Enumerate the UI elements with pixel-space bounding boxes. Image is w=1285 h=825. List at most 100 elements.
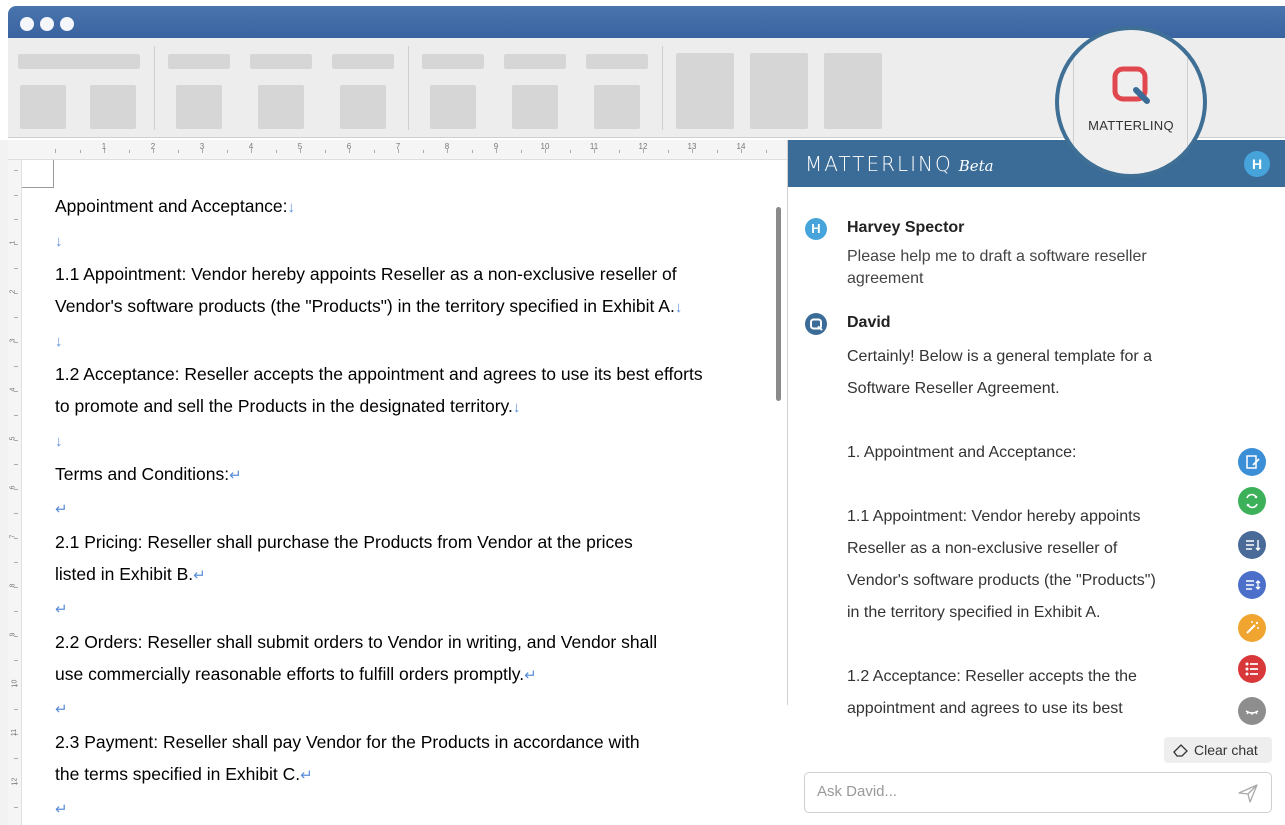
ruler-tick (55, 149, 56, 153)
ruler-number: 4 (248, 142, 254, 151)
sender-name: David (847, 314, 891, 331)
ribbon-placeholder-button[interactable] (90, 85, 136, 129)
document-line[interactable]: listed in Exhibit B.↵ (55, 558, 775, 592)
ribbon-placeholder-button[interactable] (340, 85, 386, 129)
ruler-tick (128, 150, 130, 153)
ribbon-divider (154, 46, 155, 130)
ribbon-placeholder-bar[interactable] (168, 54, 230, 69)
document-scrollbar[interactable] (776, 207, 781, 401)
ribbon-placeholder-button[interactable] (20, 85, 66, 129)
translate-icon[interactable] (1238, 487, 1266, 515)
ruler-number: 7 (9, 534, 17, 539)
ruler-number: 9 (9, 632, 17, 637)
document-line-text: Vendor's software products (the "Product… (55, 296, 675, 316)
ruler-tick (422, 150, 424, 153)
line-break-mark: ↓ (55, 433, 63, 450)
send-icon[interactable] (1237, 782, 1259, 804)
ask-input[interactable] (817, 783, 1217, 800)
ruler-number: 3 (199, 142, 205, 151)
matterlinq-addin-button[interactable]: MATTERLINQ (1055, 26, 1207, 178)
hide-panel-icon[interactable] (1238, 697, 1266, 725)
ruler-number: 6 (346, 142, 352, 151)
ruler-number: 10 (11, 679, 19, 688)
chat-title-text: MATTERLINQ (805, 152, 953, 176)
edit-document-icon[interactable] (1238, 448, 1266, 476)
ribbon-placeholder-button[interactable] (430, 85, 476, 129)
document-line[interactable]: ↵ (55, 692, 775, 726)
document-line[interactable]: 1.1 Appointment: Vendor hereby appoints … (55, 258, 775, 290)
ruler-tick (618, 150, 620, 153)
document-line-text: Appointment and Acceptance: (55, 196, 288, 216)
document-line[interactable]: the terms specified in Exhibit C.↵ (55, 758, 775, 792)
document-line[interactable]: Vendor's software products (the "Product… (55, 290, 775, 324)
close-window-button[interactable] (20, 17, 34, 31)
magic-wand-icon[interactable] (1238, 614, 1266, 642)
summarize-icon[interactable] (1238, 531, 1266, 559)
clear-chat-button[interactable]: Clear chat (1164, 737, 1272, 763)
paragraph-mark: ↵ (524, 667, 537, 684)
paragraph-mark: ↵ (55, 701, 68, 718)
document-line[interactable]: Appointment and Acceptance:↓ (55, 190, 775, 224)
ruler-tick (14, 366, 18, 367)
horizontal-ruler[interactable]: 1 2 3 4 5 6 7 8 9 10 11 12 13 14 (8, 140, 788, 160)
ribbon-placeholder-large-button[interactable] (824, 53, 882, 129)
ribbon-placeholder-bar[interactable] (586, 54, 648, 69)
ribbon-placeholder-button[interactable] (258, 85, 304, 129)
zoom-window-button[interactable] (60, 17, 74, 31)
ruler-tick (569, 150, 571, 153)
ruler-tick (14, 194, 18, 196)
document-body[interactable]: Appointment and Acceptance:↓ ↓ 1.1 Appoint… (55, 190, 775, 825)
paragraph-mark: ↵ (193, 567, 206, 584)
ribbon-placeholder-bar[interactable] (504, 54, 566, 69)
document-line[interactable]: ↓ (55, 224, 775, 258)
expand-icon[interactable] (1238, 571, 1266, 599)
document-line[interactable]: ↵ (55, 492, 775, 526)
ruler-number: 9 (493, 142, 499, 151)
ruler-tick (324, 150, 326, 153)
ruler-tick (471, 150, 473, 153)
sender-name: Harvey Spector (847, 219, 965, 236)
ribbon-placeholder-large-button[interactable] (676, 53, 734, 129)
document-line[interactable]: 2.2 Orders: Reseller shall submit orders… (55, 626, 775, 658)
ribbon-divider (662, 46, 663, 130)
ribbon-placeholder-bar[interactable] (332, 54, 394, 69)
matterlinq-logo-icon (1112, 66, 1150, 104)
ribbon-placeholder-bar[interactable] (250, 54, 312, 69)
ribbon-placeholder-button[interactable] (176, 85, 222, 129)
david-avatar-icon (805, 313, 827, 335)
document-line[interactable]: 2.1 Pricing: Reseller shall purchase the… (55, 526, 775, 558)
list-icon[interactable] (1238, 655, 1266, 683)
document-line[interactable]: ↓ (55, 324, 775, 358)
clear-chat-label: Clear chat (1194, 742, 1258, 758)
document-line[interactable]: 1.2 Acceptance: Reseller accepts the app… (55, 358, 775, 390)
vertical-ruler[interactable]: 12345678910111213 (8, 160, 22, 825)
ruler-tick (14, 464, 18, 465)
ruler-tick (79, 150, 81, 153)
document-line-text: use commercially reasonable efforts to f… (55, 664, 525, 684)
chat-title: MATTERLINQ Beta (805, 152, 994, 176)
document-line[interactable]: ↵ (55, 592, 775, 626)
document-line[interactable]: to promote and sell the Products in the … (55, 390, 775, 424)
document-line-text: Terms and Conditions: (55, 464, 230, 484)
document-line-text: 2.2 Orders: Reseller shall submit orders… (55, 632, 658, 652)
ribbon-placeholder-bar[interactable] (18, 54, 140, 69)
badge-divider (1187, 30, 1188, 174)
document-line[interactable]: Terms and Conditions:↵ (55, 458, 775, 492)
window-gutter (0, 140, 8, 825)
document-line[interactable]: use commercially reasonable efforts to f… (55, 658, 775, 692)
user-avatar[interactable]: H (1244, 151, 1270, 177)
paragraph-mark: ↵ (229, 467, 242, 484)
ribbon-placeholder-button[interactable] (512, 85, 558, 129)
ribbon-placeholder-large-button[interactable] (750, 53, 808, 129)
ruler-number: 6 (9, 485, 17, 490)
ribbon-placeholder-bar[interactable] (422, 54, 484, 69)
minimize-window-button[interactable] (40, 17, 54, 31)
paragraph-mark: ↵ (55, 801, 68, 818)
document-line[interactable]: 2.3 Payment: Reseller shall pay Vendor f… (55, 726, 775, 758)
document-line[interactable]: ↓ (55, 424, 775, 458)
ribbon-placeholder-button[interactable] (594, 85, 640, 129)
document-line[interactable]: ↵ (55, 792, 775, 825)
chat-header: MATTERLINQ Beta H (788, 140, 1285, 187)
document-line-text: listed in Exhibit B. (55, 564, 194, 584)
reply-line: Reseller as a non-exclusive reseller of (847, 540, 1118, 557)
